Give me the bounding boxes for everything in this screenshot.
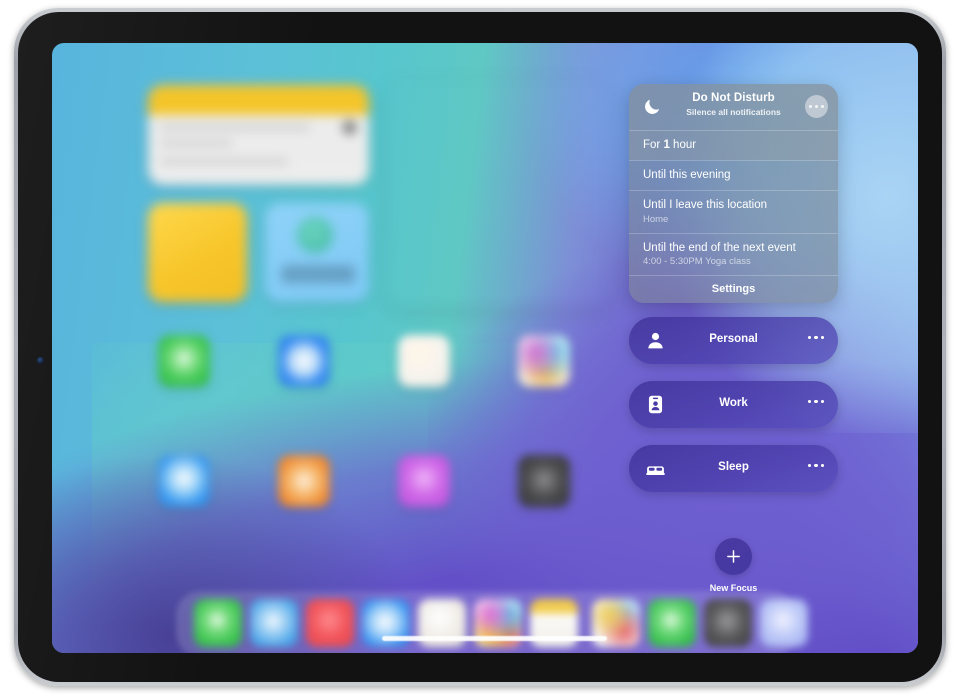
dock-icon-settings[interactable] — [704, 599, 752, 647]
screenshot-stage: Do Not Disturb Silence all notifications… — [0, 0, 960, 694]
app-icon-itunes[interactable] — [398, 455, 450, 507]
app-icon-podcasts[interactable] — [278, 455, 330, 507]
dnd-option-prefix: For — [643, 139, 664, 151]
dnd-settings-button[interactable]: Settings — [629, 275, 838, 303]
new-focus-label: New Focus — [709, 583, 758, 593]
dnd-option-detail: Home — [643, 213, 669, 225]
ipad-device-frame: Do Not Disturb Silence all notifications… — [14, 8, 946, 686]
dock-icon-music[interactable] — [306, 599, 354, 647]
ipad-screen: Do Not Disturb Silence all notifications… — [52, 43, 918, 653]
home-indicator[interactable] — [382, 636, 607, 641]
do-not-disturb-panel: Do Not Disturb Silence all notifications… — [629, 84, 838, 303]
dnd-option-label: Until the end of the next event — [643, 241, 796, 254]
focus-mode-work[interactable]: Work — [629, 381, 838, 428]
focus-mode-label: Work — [719, 397, 748, 409]
app-icon-messages[interactable] — [158, 335, 210, 387]
blue-widget-text — [281, 265, 355, 283]
dock-icon-messages[interactable] — [194, 599, 242, 647]
dnd-option-suffix: hour — [669, 139, 697, 151]
dock-icon-facetime[interactable] — [648, 599, 696, 647]
focus-mode-label: Sleep — [718, 461, 749, 473]
app-icon-appstore[interactable] — [158, 455, 210, 507]
dnd-option-label: For 1 hour — [643, 138, 838, 153]
dnd-option-until-i-leave-this-location[interactable]: Until I leave this location Home — [629, 190, 838, 233]
focus-mode-more-button[interactable] — [807, 336, 824, 340]
dnd-panel-header: Do Not Disturb Silence all notifications — [629, 84, 838, 130]
dnd-option-label: Until I leave this location — [643, 199, 768, 211]
photos-widget[interactable] — [386, 79, 610, 309]
dnd-option-for-1-hour[interactable]: For 1 hour — [629, 130, 838, 160]
dnd-more-button[interactable] — [805, 95, 828, 118]
dnd-option-detail: 4:00 - 5:30PM Yoga class — [643, 256, 751, 267]
focus-mode-more-button[interactable] — [807, 464, 824, 468]
app-icon-mail[interactable] — [278, 335, 330, 387]
dnd-option-label: Until this evening — [643, 169, 731, 181]
dnd-option-until-end-of-next-event[interactable]: Until the end of the next event 4:00 - 5… — [629, 232, 838, 276]
app-icon-photos[interactable] — [518, 335, 570, 387]
dock-icon-safari[interactable] — [250, 599, 298, 647]
device-bezel: Do Not Disturb Silence all notifications… — [18, 12, 942, 682]
new-focus-button[interactable] — [715, 538, 752, 575]
blue-widget-avatar — [297, 217, 333, 253]
blue-widget[interactable] — [265, 203, 369, 302]
app-icon-notes[interactable] — [398, 335, 450, 387]
dock-icon-appstore[interactable] — [760, 599, 808, 647]
focus-mode-personal[interactable]: Personal — [629, 317, 838, 364]
notes-widget[interactable] — [148, 85, 369, 185]
focus-mode-more-button[interactable] — [807, 400, 824, 404]
plus-icon — [727, 550, 740, 563]
yellow-widget[interactable] — [148, 203, 247, 302]
focus-mode-sleep[interactable]: Sleep — [629, 445, 838, 492]
dnd-option-until-this-evening[interactable]: Until this evening — [629, 160, 838, 190]
app-icon-settings[interactable] — [518, 455, 570, 507]
front-camera-dot-icon — [37, 357, 44, 364]
focus-mode-label: Personal — [709, 333, 758, 345]
